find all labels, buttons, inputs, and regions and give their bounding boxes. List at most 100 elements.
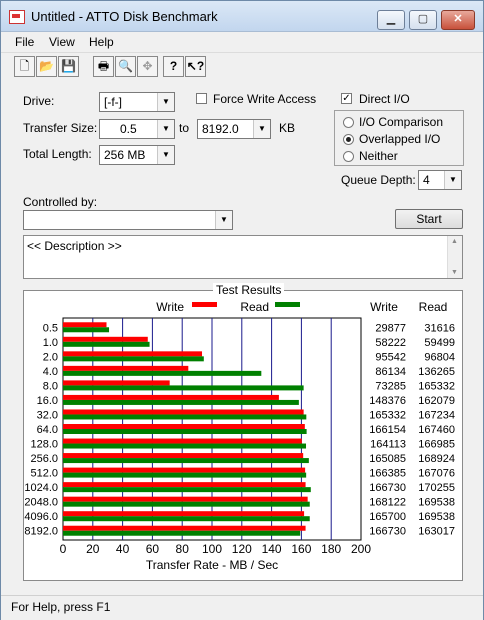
read-value: 136265 xyxy=(418,366,455,378)
close-button[interactable]: ✕ xyxy=(441,10,475,30)
kb-label: KB xyxy=(279,121,296,135)
description-scrollbar[interactable]: ▲ ▼ xyxy=(447,236,462,278)
new-icon[interactable]: 🗋 xyxy=(14,56,35,77)
write-value: 73285 xyxy=(375,380,406,392)
print-icon[interactable]: 🖶 xyxy=(93,56,114,77)
move-icon[interactable]: ✥ xyxy=(137,56,158,77)
menu-view[interactable]: View xyxy=(49,35,75,49)
read-bar xyxy=(63,516,310,522)
read-value: 165332 xyxy=(418,380,455,392)
scroll-down-icon[interactable]: ▼ xyxy=(451,269,458,276)
read-bar xyxy=(63,443,307,449)
write-value: 166730 xyxy=(369,526,406,538)
transfer-from-select[interactable]: 0.5 ▼ xyxy=(99,119,175,139)
io-comparison-radio[interactable] xyxy=(343,117,354,128)
x-axis-label: Transfer Rate - MB / Sec xyxy=(146,558,278,572)
description-text: << Description >> xyxy=(27,239,122,253)
read-value: 168924 xyxy=(418,453,455,465)
y-tick-label: 64.0 xyxy=(37,424,58,436)
context-help-icon[interactable]: ↖? xyxy=(185,56,206,77)
scroll-up-icon[interactable]: ▲ xyxy=(451,238,458,245)
chevron-down-icon: ▼ xyxy=(157,120,174,138)
chevron-down-icon: ▼ xyxy=(253,120,270,138)
total-length-value: 256 MB xyxy=(104,148,146,162)
total-length-label: Total Length: xyxy=(23,147,92,161)
write-value: 86134 xyxy=(375,366,406,378)
legend-read-label: Read xyxy=(240,300,269,314)
neither-label: Neither xyxy=(359,149,398,163)
legend-write-label: Write xyxy=(156,300,184,314)
y-tick-label: 32.0 xyxy=(37,409,58,421)
read-bar xyxy=(63,399,299,405)
x-tick-label: 80 xyxy=(176,542,190,556)
write-value: 166154 xyxy=(369,424,406,436)
read-bar xyxy=(63,385,304,391)
app-icon xyxy=(9,10,25,24)
x-tick-label: 60 xyxy=(146,542,160,556)
legend-read-swatch xyxy=(275,302,300,307)
write-bar xyxy=(63,336,148,342)
write-bar xyxy=(63,351,203,357)
transfer-to-select[interactable]: 8192.0 ▼ xyxy=(197,119,271,139)
status-bar: For Help, press F1 xyxy=(1,595,483,620)
y-tick-label: 0.5 xyxy=(43,322,58,334)
test-results-panel: Test Results 0 20 40 60 80 100 120 140 160 180 200… xyxy=(23,283,463,581)
read-value: 167076 xyxy=(418,468,455,480)
x-tick-label: 180 xyxy=(321,542,341,556)
drive-select[interactable]: [-f-] ▼ xyxy=(99,92,175,112)
legend-write-swatch xyxy=(192,302,217,307)
y-tick-label: 16.0 xyxy=(37,395,58,407)
controlled-by-label: Controlled by: xyxy=(23,195,98,209)
write-value: 165085 xyxy=(369,453,406,465)
overlapped-io-radio[interactable] xyxy=(343,134,354,145)
queue-depth-select[interactable]: 4 ▼ xyxy=(418,170,462,190)
menu-file[interactable]: File xyxy=(15,35,34,49)
save-icon[interactable]: 💾 xyxy=(58,56,79,77)
write-bar xyxy=(63,394,279,400)
read-value: 162079 xyxy=(418,395,455,407)
read-bar xyxy=(63,356,204,362)
start-button[interactable]: Start xyxy=(395,209,463,229)
read-value: 59499 xyxy=(424,337,455,349)
force-write-checkbox[interactable] xyxy=(196,93,207,104)
direct-io-label: Direct I/O xyxy=(359,92,410,106)
write-value: 165332 xyxy=(369,409,406,421)
read-bar xyxy=(63,341,150,347)
write-value: 95542 xyxy=(375,351,406,363)
x-tick-label: 0 xyxy=(60,542,67,556)
maximize-button[interactable]: ▢ xyxy=(409,10,437,30)
direct-io-checkbox[interactable]: ✓ xyxy=(341,93,352,104)
read-value: 170255 xyxy=(418,482,455,494)
write-bar xyxy=(63,365,189,371)
force-write-label: Force Write Access xyxy=(213,92,317,106)
read-value: 167234 xyxy=(418,409,455,421)
total-length-select[interactable]: 256 MB ▼ xyxy=(99,145,175,165)
description-box[interactable]: << Description >> ▲ ▼ xyxy=(23,235,463,279)
x-tick-label: 200 xyxy=(351,542,371,556)
to-label: to xyxy=(179,121,190,135)
write-column-header: Write xyxy=(370,300,398,314)
write-bar xyxy=(63,322,107,328)
menu-help[interactable]: Help xyxy=(89,35,114,49)
write-value: 58222 xyxy=(375,337,406,349)
write-bar xyxy=(63,482,306,488)
x-tick-label: 40 xyxy=(116,542,130,556)
controlled-by-select[interactable]: ▼ xyxy=(23,210,233,230)
io-mode-group: I/O Comparison Overlapped I/O Neither xyxy=(334,110,464,166)
print-preview-icon[interactable]: 🔍 xyxy=(115,56,136,77)
write-value: 166730 xyxy=(369,482,406,494)
open-icon[interactable]: 📂 xyxy=(36,56,57,77)
y-tick-label: 2.0 xyxy=(43,351,58,363)
queue-depth-value: 4 xyxy=(423,173,430,187)
read-bar xyxy=(63,429,307,434)
minimize-button[interactable]: ▁ xyxy=(377,10,405,30)
neither-radio[interactable] xyxy=(343,151,354,162)
help-icon[interactable]: ? xyxy=(163,56,184,77)
read-bar xyxy=(63,370,262,376)
read-value: 167460 xyxy=(418,424,455,436)
transfer-to-value: 8192.0 xyxy=(202,122,239,136)
write-bar xyxy=(63,467,306,473)
write-value: 148376 xyxy=(369,395,406,407)
x-tick-label: 20 xyxy=(86,542,100,556)
read-value: 31616 xyxy=(424,322,455,334)
